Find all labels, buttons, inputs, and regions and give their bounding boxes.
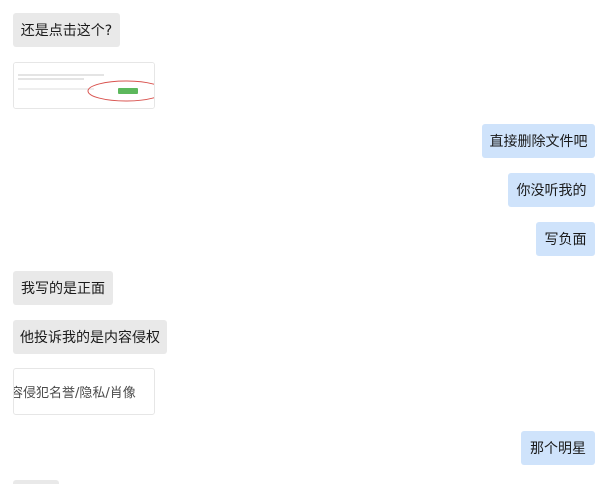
message-text: 你没听我的 xyxy=(516,183,587,199)
message-text: 我写的是正面 xyxy=(21,281,105,297)
message-incoming: 还是点击这个? xyxy=(13,13,120,47)
message-outgoing: 那个明星 xyxy=(521,431,595,465)
message-incoming: 他投诉我的是内容侵权 xyxy=(13,320,167,354)
message-outgoing: 直接删除文件吧 xyxy=(482,124,595,158)
text-snippet-attachment[interactable]: 容侵犯名誉/隐私/肖像 xyxy=(13,368,155,415)
message-text: 他投诉我的是内容侵权 xyxy=(20,330,160,346)
message-incoming: 我写的是正面 xyxy=(13,271,113,305)
chat-window: 还是点击这个? 直接删除文件吧 你没听我的 写负面 我写的是正面 他投诉我的是内… xyxy=(0,0,600,484)
screenshot-attachment[interactable] xyxy=(13,62,155,109)
message-text: 写负面 xyxy=(544,232,587,248)
message-incoming-partial xyxy=(13,480,59,484)
message-text: 还是点击这个? xyxy=(20,23,113,39)
screenshot-thumbnail xyxy=(14,63,154,108)
message-outgoing: 写负面 xyxy=(536,222,595,256)
message-text: 直接删除文件吧 xyxy=(489,134,588,150)
snippet-text: 容侵犯名誉/隐私/肖像 xyxy=(13,386,136,401)
message-outgoing: 你没听我的 xyxy=(508,173,595,207)
message-text: 那个明星 xyxy=(530,441,586,457)
